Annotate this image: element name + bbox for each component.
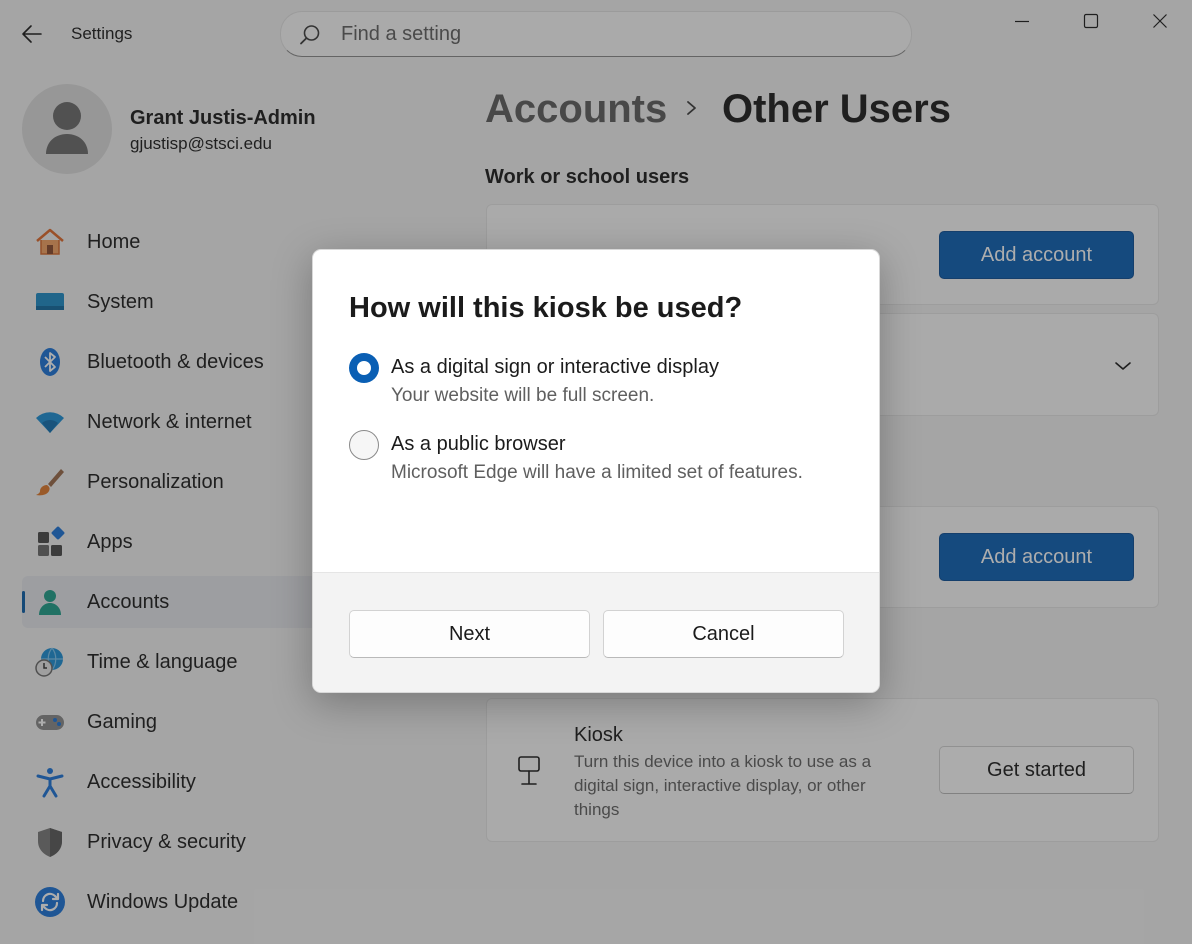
radio-public-browser[interactable] xyxy=(349,430,379,460)
cancel-button[interactable]: Cancel xyxy=(603,610,844,658)
kiosk-usage-dialog: How will this kiosk be used? As a digita… xyxy=(312,249,880,693)
option-public-browser-description: Microsoft Edge will have a limited set o… xyxy=(391,462,803,483)
radio-digital-sign[interactable] xyxy=(349,353,379,383)
option-digital-sign-description: Your website will be full screen. xyxy=(391,385,655,406)
option-public-browser-label[interactable]: As a public browser xyxy=(391,433,566,456)
dialog-footer: Next Cancel xyxy=(313,572,879,692)
next-button[interactable]: Next xyxy=(349,610,590,658)
option-digital-sign-label[interactable]: As a digital sign or interactive display xyxy=(391,356,719,379)
dialog-title: How will this kiosk be used? xyxy=(349,292,743,324)
